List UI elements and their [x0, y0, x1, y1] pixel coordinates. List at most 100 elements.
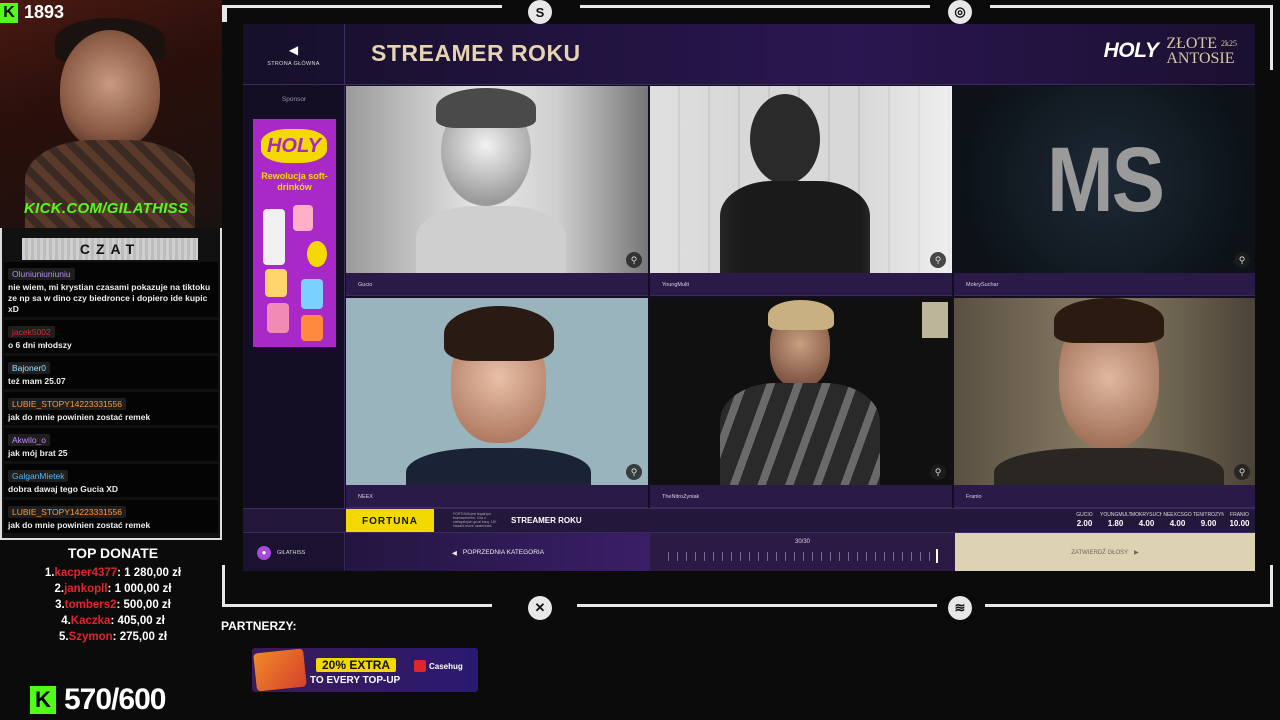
nominee-card[interactable]: ⚲ NEEX — [346, 298, 648, 508]
chat-text: jak mój brat 25 — [8, 448, 68, 458]
chat-text: też mam 25.07 — [8, 376, 66, 386]
arrow-left-icon: ◀ — [451, 549, 457, 557]
chat-message: Bajoner0 też mam 25.07 — [4, 356, 218, 389]
odds-item[interactable]: MOKRYSUCHAR4.00 — [1131, 509, 1162, 528]
odds-value: 4.00 — [1138, 519, 1155, 528]
donor-rank: 2. — [54, 583, 65, 595]
page-title: STREAMER ROKU — [371, 40, 581, 66]
odds-fine-print: FORTUNA jest legalnym bukmacherem. Gra u… — [453, 512, 497, 528]
odds-bar: FORTUNA FORTUNA jest legalnym bukmachere… — [243, 508, 1255, 533]
chat-username[interactable]: GalganMietek — [8, 470, 69, 482]
zoom-icon[interactable]: ⚲ — [930, 252, 946, 268]
fortuna-logo[interactable]: FORTUNA — [346, 509, 434, 533]
chat-username[interactable]: Oluniuniuniuniu — [8, 268, 75, 280]
nominee-name: Gucio — [346, 273, 648, 295]
webcam-feed: K 1893 KICK.COM/GILATHISS — [0, 0, 222, 228]
viewer-counter: K 1893 — [0, 2, 64, 23]
category-progress: 30/30 — [650, 533, 955, 571]
odds-item[interactable]: TENITROZYNIAK9.00 — [1193, 509, 1224, 528]
frame-line — [577, 604, 937, 607]
chat-message: LUBIE_STOPY14223331556jak do mnie powini… — [4, 500, 218, 533]
partners-label: PARTNERZY: — [221, 619, 297, 633]
odds-value: 10.00 — [1229, 519, 1250, 528]
donor-rank: 5. — [58, 631, 69, 643]
brand-line2: ANTOSIE — [1166, 50, 1235, 67]
holy-ad-logo: HOLY — [261, 129, 327, 163]
confirm-votes-button[interactable]: ZATWIERDŹ GŁOSY ▶ — [955, 533, 1255, 571]
partner-ad-sub: TO EVERY TOP-UP — [310, 675, 401, 686]
zoom-icon[interactable]: ⚲ — [930, 464, 946, 480]
frame-line — [222, 565, 225, 605]
donor-amount: : 1 000,00 zł — [107, 583, 172, 595]
donor-name: Kaczka — [70, 615, 111, 627]
nominee-photo — [650, 298, 952, 485]
donor-row: 3.tombers2: 500,00 zł — [0, 597, 226, 613]
donor-row: 1.kacper4377: 1 280,00 zł — [0, 565, 226, 581]
nominee-card[interactable]: ⚲ TheNitroZyniak — [650, 298, 952, 508]
donor-amount: : 500,00 zł — [116, 599, 171, 611]
holy-logo: HOLY — [1103, 39, 1159, 62]
partner-ad[interactable]: 20% EXTRA TO EVERY TOP-UP Casehug — [252, 648, 478, 692]
frame-logo-icon: S — [528, 0, 552, 24]
progress-ticks — [668, 552, 936, 561]
user-name: GILATHISS — [277, 549, 306, 556]
donor-amount: : 405,00 zł — [110, 615, 165, 627]
odds-name: YOUNGMULTI — [1100, 512, 1131, 518]
donor-rank: 3. — [55, 599, 65, 611]
sponsor-ad[interactable]: HOLY Rewolucja soft-drinków — [253, 119, 336, 347]
donor-name: jankopll — [64, 583, 108, 595]
nominee-card[interactable]: ⚲ Gucio — [346, 86, 648, 296]
zoom-icon[interactable]: ⚲ — [626, 464, 642, 480]
zoom-icon[interactable]: ⚲ — [626, 252, 642, 268]
chat-username[interactable]: Bajoner0 — [8, 362, 51, 374]
sub-goal: K 570/600 — [30, 683, 166, 717]
chat-title: CZAT — [22, 238, 198, 260]
odds-item[interactable]: FRANIO 10.00 — [1224, 509, 1255, 528]
partner-brand: Casehug — [414, 660, 463, 672]
odds-name: GUCIO — [1076, 512, 1093, 518]
donor-name: Szymon — [68, 631, 113, 643]
odds-item[interactable]: NEEXCSGO 4.00 — [1162, 509, 1193, 528]
app-footer: ● GILATHISS ◀ POPRZEDNIA KATEGORIA 30/30… — [243, 532, 1255, 571]
odds-value: 4.00 — [1169, 519, 1186, 528]
chat-username[interactable]: Akwilo_o — [8, 434, 51, 446]
nominee-card[interactable]: MS ⚲ MokrySuchar — [954, 86, 1255, 296]
back-home-button[interactable]: ◀ STRONA GŁÓWNA — [243, 24, 345, 85]
frame-line — [222, 604, 492, 607]
nominee-card[interactable]: ⚲ YoungMulti — [650, 86, 952, 296]
viewer-count: 1893 — [24, 2, 65, 22]
odds-item[interactable]: GUCIO 2.00 — [1069, 509, 1100, 528]
drink-pack — [301, 315, 323, 341]
nominee-photo — [650, 86, 952, 273]
odds-value: 1.80 — [1107, 519, 1124, 528]
chat-username[interactable]: LUBIE_STOPY14223331556 — [8, 398, 126, 410]
nominee-photo — [954, 298, 1255, 485]
drink-can — [263, 209, 285, 265]
chat-username[interactable]: LUBIE_STOPY14223331556 — [8, 506, 126, 518]
arrow-right-icon: ▶ — [1134, 550, 1139, 556]
chat-username[interactable]: jacek5002 — [8, 326, 55, 338]
progress-marker — [936, 549, 938, 563]
zoom-icon[interactable]: ⚲ — [1234, 464, 1250, 480]
goal-count: 570/600 — [64, 683, 166, 716]
back-home-label: STRONA GŁÓWNA — [267, 60, 320, 67]
app-header: ◀ STRONA GŁÓWNA STREAMER ROKU HOLY ZŁOTE… — [243, 24, 1255, 85]
odds-value: 2.00 — [1076, 519, 1093, 528]
user-profile[interactable]: ● GILATHISS — [243, 533, 345, 571]
previous-category-label: POPRZEDNIA KATEGORIA — [462, 549, 545, 556]
donor-name: kacper4377 — [54, 567, 118, 579]
voting-app: ◀ STRONA GŁÓWNA STREAMER ROKU HOLY ZŁOTE… — [243, 24, 1255, 571]
zoom-icon[interactable]: ⚲ — [1234, 252, 1250, 268]
odds-title: STREAMER ROKU — [511, 516, 582, 525]
odds-item[interactable]: YOUNGMULTI 1.80 — [1100, 509, 1131, 528]
frame-logo-icon: ◎ — [948, 0, 972, 24]
previous-category-button[interactable]: ◀ POPRZEDNIA KATEGORIA — [346, 533, 650, 571]
kick-logo-icon: K — [30, 686, 56, 714]
nominee-name: NEEX — [346, 485, 648, 507]
chat-message: jacek5002 o 6 dni młodszy — [4, 320, 218, 353]
nominee-card[interactable]: ⚲ Franio — [954, 298, 1255, 508]
chat-text: jak do mnie powinien zostać remek — [8, 520, 151, 530]
event-brand: HOLY ZŁOTE 2k25 ANTOSIE — [1103, 36, 1237, 67]
frame-logo-icon: ✕ — [528, 596, 552, 620]
frame-line — [580, 5, 930, 8]
